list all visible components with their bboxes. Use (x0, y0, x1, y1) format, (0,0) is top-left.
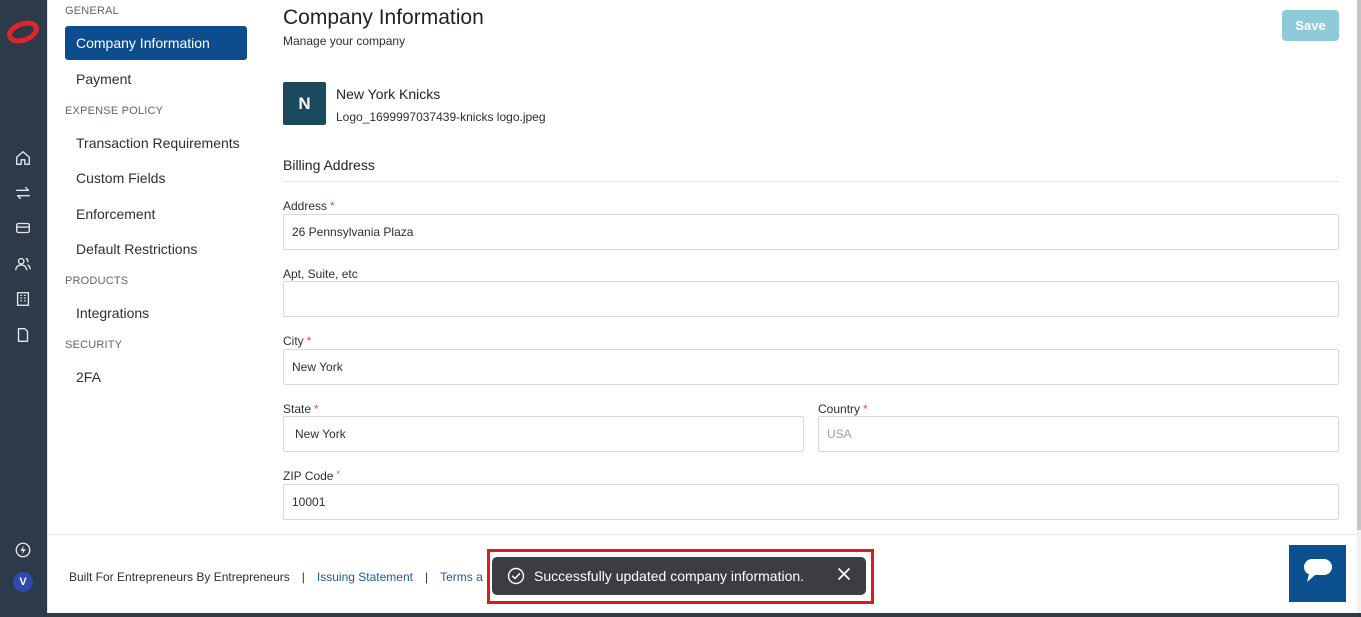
success-toast: Successfully updated company information… (492, 557, 866, 595)
address-label: Address * (283, 199, 335, 213)
zip-input[interactable]: 10001 (283, 484, 1339, 520)
required-marker: * (330, 199, 335, 213)
billing-address-heading: Billing Address (283, 157, 375, 173)
country-label: Country * (818, 402, 868, 416)
section-label-security: SECURITY (65, 339, 123, 351)
bolt-icon[interactable] (12, 539, 34, 561)
issuing-statement-link[interactable]: Issuing Statement (317, 570, 413, 584)
scrollbar-thumb[interactable] (1357, 0, 1361, 530)
window-bottom-edge (0, 613, 1361, 617)
user-avatar[interactable]: V (13, 572, 33, 592)
chat-launcher-button[interactable] (1289, 545, 1346, 602)
city-input[interactable]: New York (283, 349, 1339, 385)
brand-logo-icon[interactable] (7, 20, 39, 44)
transfer-icon[interactable] (12, 182, 34, 204)
save-button[interactable]: Save (1282, 10, 1339, 41)
zip-label: ZIP Code * (283, 469, 340, 483)
required-marker: * (314, 402, 319, 416)
country-input[interactable]: USA (818, 416, 1339, 452)
apt-input[interactable] (283, 281, 1339, 317)
footer-tagline: Built For Entrepreneurs By Entrepreneurs (69, 570, 290, 584)
page-title: Company Information (283, 6, 484, 29)
nav-item-integrations[interactable]: Integrations (65, 296, 247, 330)
nav-item-default-restrictions[interactable]: Default Restrictions (65, 232, 247, 266)
apt-label: Apt, Suite, etc (283, 267, 358, 281)
footer-separator: | (301, 570, 305, 584)
app-rail: V (0, 0, 47, 617)
company-logo-filename: Logo_1699997037439-knicks logo.jpeg (336, 110, 546, 124)
page-subtitle: Manage your company (283, 34, 406, 48)
footer: Built For Entrepreneurs By Entrepreneurs… (69, 570, 483, 584)
divider (283, 181, 1339, 182)
required-marker: * (306, 334, 312, 348)
building-icon[interactable] (12, 288, 34, 310)
footer-separator: | (424, 570, 429, 584)
state-select[interactable]: New York (283, 416, 804, 452)
section-label-general: GENERAL (65, 5, 119, 17)
nav-item-company-information[interactable]: Company Information (65, 26, 247, 60)
required-marker: * (336, 469, 340, 479)
terms-link[interactable]: Terms a (440, 570, 483, 584)
rail-divider (47, 0, 48, 617)
home-icon[interactable] (12, 147, 34, 169)
company-logo-avatar[interactable]: N (283, 82, 326, 125)
address-input[interactable]: 26 Pennsylvania Plaza (283, 214, 1339, 250)
toast-message: Successfully updated company information… (534, 568, 805, 584)
nav-item-transaction-requirements[interactable]: Transaction Requirements (65, 126, 247, 160)
check-circle-icon (507, 567, 525, 585)
nav-item-custom-fields[interactable]: Custom Fields (65, 161, 247, 195)
card-icon[interactable] (12, 217, 34, 239)
close-icon[interactable] (837, 567, 851, 581)
nav-item-enforcement[interactable]: Enforcement (65, 197, 247, 231)
company-name: New York Knicks (336, 86, 441, 102)
state-label: State * (283, 402, 319, 416)
section-label-expense-policy: EXPENSE POLICY (65, 105, 164, 117)
city-label: City * (283, 334, 312, 348)
footer-divider (48, 534, 1361, 535)
nav-item-2fa[interactable]: 2FA (65, 360, 247, 394)
document-icon[interactable] (12, 324, 34, 346)
nav-item-payment[interactable]: Payment (65, 62, 247, 96)
chat-bubble-icon (1303, 558, 1333, 589)
required-marker: * (863, 402, 868, 416)
section-label-products: PRODUCTS (65, 275, 129, 287)
users-icon[interactable] (12, 253, 34, 275)
